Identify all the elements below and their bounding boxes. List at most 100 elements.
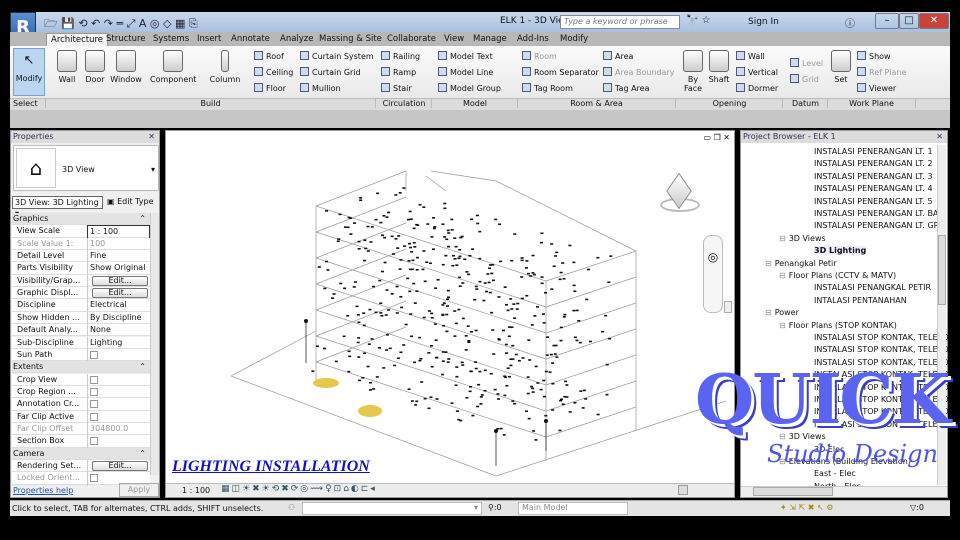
- checkbox[interactable]: [90, 400, 98, 409]
- browser-item[interactable]: ⊟ Power: [765, 308, 799, 317]
- ref-plane-button[interactable]: Ref Plane: [857, 67, 906, 77]
- properties-help-link[interactable]: Properties help: [13, 486, 73, 495]
- vertical-button[interactable]: Vertical: [736, 67, 778, 77]
- curtain-system-button[interactable]: Curtain System: [300, 51, 374, 61]
- browser-item[interactable]: INSTALASI PENERANGAN LT. BASI: [814, 209, 946, 218]
- tab-modify[interactable]: Modify: [556, 33, 592, 46]
- wall-o-button[interactable]: Wall: [736, 51, 765, 61]
- search-input[interactable]: Type a keyword or phrase: [560, 15, 680, 29]
- checkbox[interactable]: [90, 350, 98, 359]
- tab-annotate[interactable]: Annotate: [227, 33, 274, 46]
- edit-button[interactable]: Edit...: [92, 275, 148, 286]
- model-group-button[interactable]: Model Group: [438, 83, 501, 93]
- level-button[interactable]: Level: [790, 58, 823, 68]
- floor-button[interactable]: Floor: [254, 83, 286, 93]
- set-workplane-button[interactable]: Set: [830, 50, 852, 84]
- 3d-view-canvas[interactable]: ▭ ❐ ✕ ◎ 1 : 100 ▦◫☀✖☀⟲✖⟳◎⟿♀⊡⌂◐⊏◂: [165, 130, 735, 498]
- tab-systems[interactable]: Systems: [149, 33, 193, 46]
- viewcube[interactable]: [656, 172, 700, 216]
- shaft-button[interactable]: Shaft: [706, 50, 732, 84]
- view-window-controls[interactable]: ▭ ❐ ✕: [703, 133, 730, 142]
- browser-item[interactable]: INSTALASI PENERANGAN LT. 2: [814, 159, 933, 168]
- worksets-icon[interactable]: ⚇: [288, 503, 295, 512]
- model-text-button[interactable]: Model Text: [438, 51, 493, 61]
- edit-button[interactable]: Edit...: [92, 461, 148, 471]
- close-icon[interactable]: ✕: [936, 131, 943, 143]
- curtain-grid-button[interactable]: Curtain Grid: [300, 67, 361, 77]
- selection-toggle-icons[interactable]: ✦ ⇲ ⇱ ✖ ↖ ⚙: [780, 503, 833, 512]
- browser-item[interactable]: INTALASI PENTANAHAN: [814, 296, 907, 305]
- tab-architecture[interactable]: Architecture: [46, 33, 109, 46]
- browser-item[interactable]: INSTALASI PENERANGAN LT. GRO: [814, 221, 946, 230]
- tab-collaborate[interactable]: Collaborate: [383, 33, 440, 46]
- browser-item[interactable]: INSTALASI PENANGKAL PETIR: [814, 283, 931, 292]
- navigation-bar[interactable]: ◎: [703, 235, 723, 313]
- roof-button[interactable]: Roof: [254, 51, 284, 61]
- dormer-button[interactable]: Dormer: [736, 83, 778, 93]
- tab-structure[interactable]: Structure: [102, 33, 150, 46]
- design-option-dropdown[interactable]: Main Model: [518, 502, 628, 515]
- tab-manage[interactable]: Manage: [469, 33, 511, 46]
- window-button[interactable]: Window: [110, 50, 142, 84]
- show-button[interactable]: Show: [857, 51, 891, 61]
- viewer-button[interactable]: Viewer: [857, 83, 896, 93]
- stair-button[interactable]: Stair: [381, 83, 412, 93]
- browser-horizontal-scrollbar[interactable]: [741, 486, 947, 497]
- view-control-icons[interactable]: ▦◫☀✖☀⟲✖⟳◎⟿♀⊡⌂◐⊏◂: [221, 484, 377, 494]
- close-icon[interactable]: ✕: [148, 131, 155, 143]
- sign-in-button[interactable]: Sign In: [748, 17, 779, 27]
- properties-scrollbar[interactable]: [150, 213, 159, 475]
- component-button[interactable]: Component: [150, 50, 196, 84]
- checkbox[interactable]: [90, 375, 98, 384]
- tag-area-button[interactable]: Tag Area: [603, 83, 650, 93]
- railing-button[interactable]: Railing: [381, 51, 420, 61]
- browser-item[interactable]: INSTALASI STOP KONTAK, TELEPO: [814, 333, 949, 342]
- tab-analyze[interactable]: Analyze: [276, 33, 318, 46]
- workset-dropdown[interactable]: ▾: [302, 502, 482, 515]
- grid-button[interactable]: Grid: [790, 74, 819, 84]
- checkbox[interactable]: [90, 387, 98, 396]
- room-separator-button[interactable]: Room Separator: [522, 67, 599, 77]
- tab-insert[interactable]: Insert: [193, 33, 225, 46]
- property-section[interactable]: Graphics ⌃: [12, 213, 150, 226]
- property-section[interactable]: Camera ⌃: [12, 447, 150, 460]
- help-icon[interactable]: ⓘ: [845, 15, 855, 30]
- tag-room-button[interactable]: Tag Room: [522, 83, 573, 93]
- browser-item[interactable]: INSTALASI STOP KONTAK, TELEPO: [814, 345, 949, 354]
- checkbox[interactable]: [90, 474, 98, 483]
- maximize-button[interactable]: □: [899, 13, 919, 29]
- model-line-button[interactable]: Model Line: [438, 67, 493, 77]
- panel-label[interactable]: Room & Area: [518, 99, 676, 108]
- ramp-button[interactable]: Ramp: [381, 67, 416, 77]
- property-section[interactable]: Extents ⌃: [12, 361, 150, 374]
- browser-item[interactable]: INSTALASI PENERANGAN LT. 4: [814, 184, 933, 193]
- browser-item[interactable]: 3D Lighting: [814, 246, 867, 256]
- filter-icon[interactable]: ▽:0: [910, 503, 924, 512]
- area-button[interactable]: Area: [603, 51, 633, 61]
- apply-button[interactable]: Apply: [119, 483, 159, 497]
- ceiling-button[interactable]: Ceiling: [254, 67, 293, 77]
- view-instance-selector[interactable]: 3D View: 3D Lighting ▾: [12, 196, 103, 218]
- infocenter-icons[interactable]: 🔭 ☆: [686, 15, 711, 26]
- tab-massing-site[interactable]: Massing & Site: [315, 33, 386, 46]
- browser-item[interactable]: ⊟ 3D Views: [779, 234, 826, 243]
- steering-wheel-icon[interactable]: ◎: [704, 250, 722, 264]
- browser-item[interactable]: INSTALASI PENERANGAN LT. 1: [814, 147, 933, 156]
- view-scroll-thumb[interactable]: [678, 485, 688, 495]
- editing-requests-icon[interactable]: ⚲:0: [488, 503, 502, 512]
- panel-label[interactable]: Select: [10, 99, 46, 108]
- mullion-button[interactable]: Mullion: [300, 83, 341, 93]
- edit-button[interactable]: Edit...: [92, 288, 148, 299]
- tab-add-ins[interactable]: Add-Ins: [513, 33, 553, 46]
- checkbox[interactable]: [90, 437, 98, 446]
- column-button[interactable]: Column: [208, 50, 242, 84]
- edit-type-button[interactable]: ▣ Edit Type: [107, 196, 154, 208]
- modify-button[interactable]: ↖ Modify: [13, 48, 45, 96]
- checkbox[interactable]: [90, 412, 98, 421]
- browser-item[interactable]: ⊟ Floor Plans (STOP KONTAK): [779, 321, 897, 330]
- wall-button[interactable]: Wall: [54, 50, 80, 84]
- chevron-down-icon[interactable]: ▾: [151, 165, 155, 174]
- area-boundary-button[interactable]: Area Boundary: [603, 67, 674, 77]
- door-button[interactable]: Door: [84, 50, 106, 84]
- by-face-button[interactable]: By Face: [682, 50, 704, 93]
